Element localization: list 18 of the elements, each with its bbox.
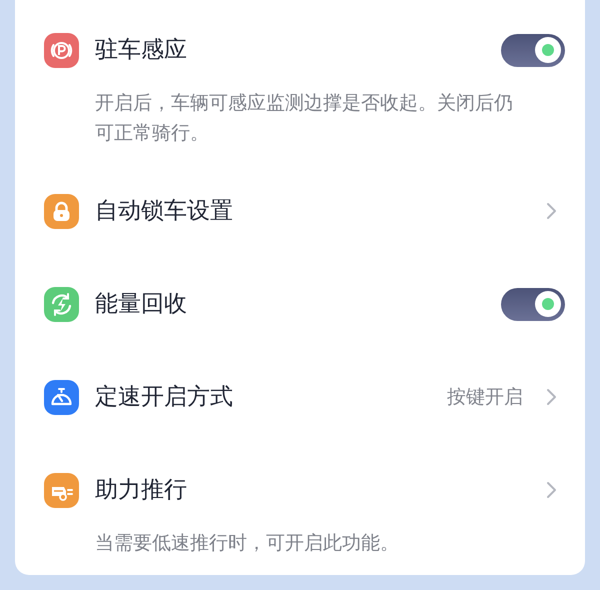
lock-icon xyxy=(44,194,79,228)
setting-title: 自动锁车设置 xyxy=(95,196,234,226)
setting-description: 开启后，车辆可感应监测边撑是否收起。关闭后仍可正常骑行。 xyxy=(95,91,514,146)
parking-brake-icon xyxy=(44,32,79,68)
push-scooter-icon xyxy=(44,472,79,508)
setting-value: 按键开启 xyxy=(447,384,523,410)
chevron-right-icon[interactable] xyxy=(545,388,557,406)
toggle-switch[interactable] xyxy=(501,288,565,320)
chevron-right-icon[interactable] xyxy=(545,202,557,220)
toggle-switch[interactable] xyxy=(501,34,565,66)
chevron-right-icon[interactable] xyxy=(545,481,557,499)
setting-title: 助力推行 xyxy=(95,476,188,505)
speedometer-icon xyxy=(44,380,79,414)
energy-recycle-icon xyxy=(44,286,79,322)
setting-title: 定速开启方式 xyxy=(95,382,234,412)
setting-description: 当需要低速推行时，可开启此功能。 xyxy=(95,531,400,556)
setting-title: 能量回收 xyxy=(95,290,188,319)
setting-title: 驻车感应 xyxy=(95,36,188,65)
